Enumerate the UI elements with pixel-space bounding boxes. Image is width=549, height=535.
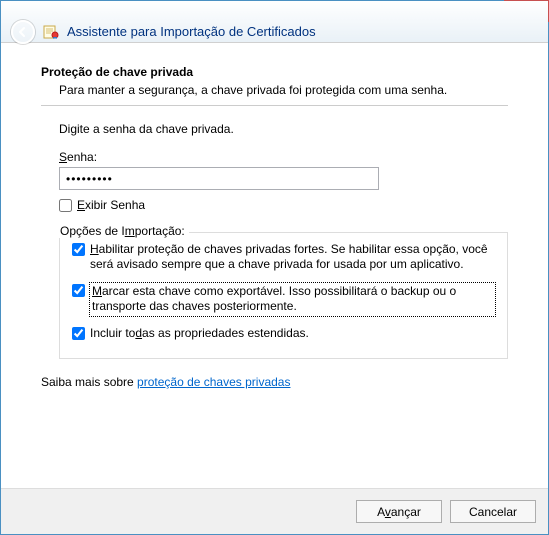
enable-strong-protection-checkbox[interactable] — [72, 243, 85, 256]
certificate-icon — [43, 24, 59, 40]
cancel-button[interactable]: Cancelar — [450, 500, 536, 523]
import-options-legend: Opções de Importação: — [58, 224, 189, 238]
next-button[interactable]: Avançar — [356, 500, 442, 523]
password-label: Senha: — [59, 150, 508, 164]
mark-exportable-checkbox[interactable] — [72, 284, 85, 297]
section-description: Para manter a segurança, a chave privada… — [59, 83, 508, 97]
learn-more-text: Saiba mais sobre — [41, 375, 137, 389]
password-prompt: Digite a senha da chave privada. — [59, 122, 508, 136]
show-password-label[interactable]: Exibir Senha — [77, 198, 145, 214]
enable-strong-protection-label[interactable]: Habilitar proteção de chaves privadas fo… — [90, 242, 495, 273]
password-group: Senha: Exibir Senha — [59, 150, 508, 214]
wizard-footer: Avançar Cancelar — [1, 488, 548, 534]
include-extended-props-checkbox[interactable] — [72, 327, 85, 340]
wizard-title: Assistente para Importação de Certificad… — [67, 24, 316, 39]
mark-exportable-label[interactable]: Marcar esta chave como exportável. Isso … — [90, 283, 495, 316]
section-title: Proteção de chave privada — [41, 65, 508, 79]
learn-more-link[interactable]: proteção de chaves privadas — [137, 375, 290, 389]
divider — [41, 105, 508, 106]
password-input[interactable] — [59, 167, 379, 190]
import-options-group: Opções de Importação: Habilitar proteção… — [59, 232, 508, 359]
wizard-header: Assistente para Importação de Certificad… — [1, 1, 548, 43]
back-button[interactable] — [11, 20, 35, 44]
wizard-content: Proteção de chave privada Para manter a … — [1, 43, 548, 399]
learn-more-row: Saiba mais sobre proteção de chaves priv… — [41, 375, 508, 389]
back-arrow-icon — [17, 26, 29, 38]
include-extended-props-label[interactable]: Incluir todas as propriedades estendidas… — [90, 326, 309, 342]
show-password-checkbox[interactable] — [59, 199, 72, 212]
